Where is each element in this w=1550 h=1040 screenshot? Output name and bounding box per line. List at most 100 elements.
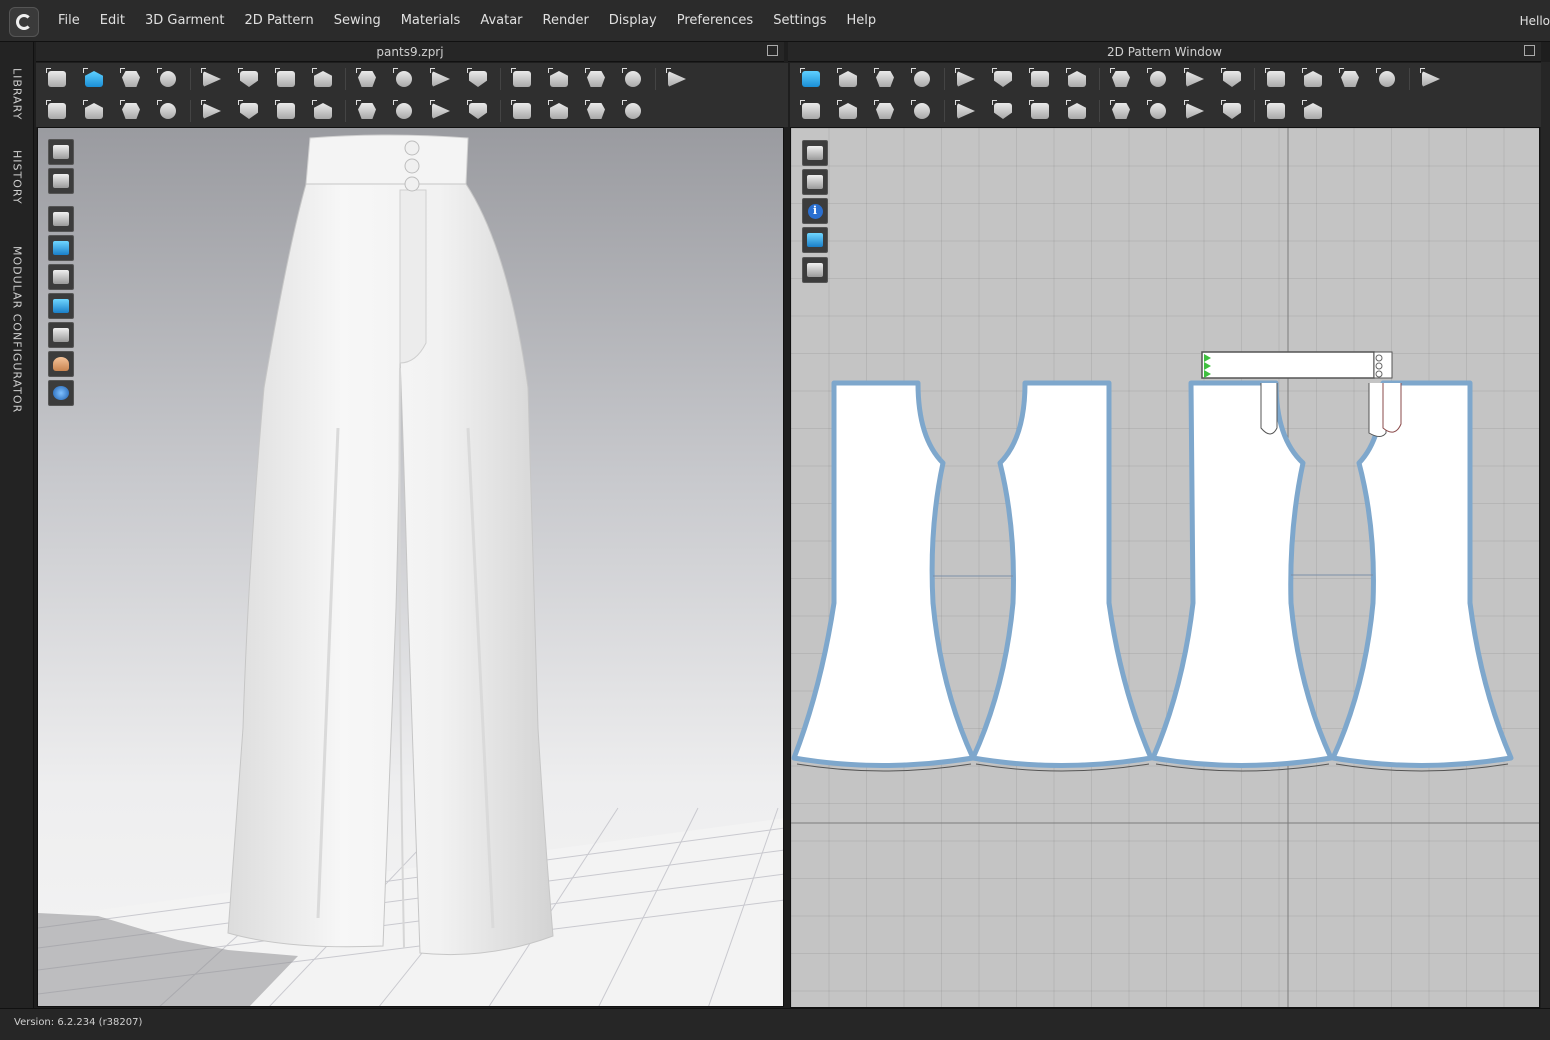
polygon-icon[interactable] xyxy=(870,65,900,93)
zipper-icon[interactable] xyxy=(271,65,301,93)
strap-icon[interactable] xyxy=(308,65,338,93)
fold-arrangement-icon[interactable] xyxy=(153,65,183,93)
menu-display[interactable]: Display xyxy=(599,0,667,42)
ruler-icon[interactable] xyxy=(1217,65,1247,93)
notch-icon[interactable] xyxy=(1372,65,1402,93)
grid-icon[interactable] xyxy=(1298,97,1328,125)
tab-modular-configurator[interactable]: MODULAR CONFIGURATOR xyxy=(0,246,34,413)
simulation-icon[interactable] xyxy=(42,65,72,93)
menu-help[interactable]: Help xyxy=(837,0,887,42)
grain-line-icon[interactable] xyxy=(1335,65,1365,93)
rectangle-icon[interactable] xyxy=(907,65,937,93)
menu-preferences[interactable]: Preferences xyxy=(667,0,763,42)
tuck-icon[interactable] xyxy=(197,97,227,125)
expand-icon[interactable] xyxy=(618,97,648,125)
menu-avatar[interactable]: Avatar xyxy=(470,0,532,42)
menu-render[interactable]: Render xyxy=(533,0,599,42)
lock-pattern-icon[interactable] xyxy=(802,257,828,283)
internal-polygon-icon[interactable] xyxy=(951,65,981,93)
baseline-icon[interactable] xyxy=(1106,97,1136,125)
show-garment-2d-icon[interactable] xyxy=(802,169,828,195)
internal-rectangle-icon[interactable] xyxy=(988,65,1018,93)
avatar-display-icon[interactable] xyxy=(48,351,74,377)
menu-file[interactable]: File xyxy=(48,0,90,42)
fold-icon[interactable] xyxy=(234,97,264,125)
topstitch-2d-icon[interactable] xyxy=(1143,97,1173,125)
expand-icon[interactable] xyxy=(662,65,692,93)
puckering-icon[interactable] xyxy=(389,65,419,93)
environment-icon[interactable] xyxy=(48,380,74,406)
menu-2d-pattern[interactable]: 2D Pattern xyxy=(235,0,324,42)
line-icon[interactable] xyxy=(352,65,382,93)
graphic-icon[interactable] xyxy=(544,97,574,125)
dart-icon[interactable] xyxy=(1025,65,1055,93)
fitting-suit-icon[interactable] xyxy=(581,65,611,93)
show-garment-icon[interactable] xyxy=(48,206,74,232)
edit-sewing-icon[interactable] xyxy=(870,97,900,125)
trim-icon[interactable] xyxy=(389,97,419,125)
annotation-icon[interactable] xyxy=(1298,65,1328,93)
show-avatar-icon[interactable] xyxy=(48,264,74,290)
clo-logo-icon[interactable] xyxy=(9,7,39,37)
pattern-outline-icon[interactable] xyxy=(426,65,456,93)
texture-icon[interactable] xyxy=(581,97,611,125)
show-pattern-icon[interactable] xyxy=(48,235,74,261)
trace-icon[interactable] xyxy=(1106,65,1136,93)
buttonhole-2d-icon[interactable] xyxy=(1062,97,1092,125)
topstitch-icon[interactable] xyxy=(352,97,382,125)
show-baseline-icon[interactable] xyxy=(802,140,828,166)
puckering-add-icon[interactable] xyxy=(507,97,537,125)
fabric-display-icon[interactable] xyxy=(48,139,74,165)
edit-pattern-icon[interactable] xyxy=(796,65,826,93)
select-move-icon[interactable] xyxy=(79,65,109,93)
edit-sewing-icon[interactable] xyxy=(79,97,109,125)
avatar-pose-icon[interactable] xyxy=(42,97,72,125)
undock-3d-icon[interactable] xyxy=(767,45,778,56)
free-sewing-icon[interactable] xyxy=(153,97,183,125)
menu-sewing[interactable]: Sewing xyxy=(324,0,391,42)
graphic-2d-icon[interactable] xyxy=(1261,97,1291,125)
viewport-2d[interactable]: i xyxy=(790,127,1540,1008)
tack-icon[interactable] xyxy=(197,65,227,93)
avatar-arrange-icon[interactable] xyxy=(507,65,537,93)
transform-pattern-icon[interactable] xyxy=(116,65,146,93)
check-sewing-icon[interactable] xyxy=(907,97,937,125)
arrangement-point-icon[interactable] xyxy=(544,65,574,93)
menu-materials[interactable]: Materials xyxy=(391,0,471,42)
texture-surface-icon[interactable] xyxy=(48,293,74,319)
buttonhole-icon[interactable] xyxy=(308,97,338,125)
segment-sewing-icon[interactable] xyxy=(796,97,826,125)
menu-3d-garment[interactable]: 3D Garment xyxy=(135,0,235,42)
grading-icon[interactable] xyxy=(1180,65,1210,93)
garment-2d-icon[interactable] xyxy=(988,97,1018,125)
text-icon[interactable] xyxy=(1261,65,1291,93)
button-icon[interactable] xyxy=(271,97,301,125)
menu-settings[interactable]: Settings xyxy=(763,0,836,42)
zigzag-stitch-icon[interactable] xyxy=(1217,97,1247,125)
pin-add-icon[interactable] xyxy=(426,97,456,125)
garment-display-icon[interactable] xyxy=(48,168,74,194)
edit-curve-icon[interactable] xyxy=(833,65,863,93)
measure-icon[interactable] xyxy=(618,65,648,93)
show-pattern-info-icon[interactable]: i xyxy=(802,198,828,224)
free-sewing-icon[interactable] xyxy=(833,97,863,125)
pin-icon[interactable] xyxy=(234,65,264,93)
pattern-settings-icon[interactable] xyxy=(1416,65,1446,93)
zipper-add-icon[interactable] xyxy=(463,97,493,125)
tab-library[interactable]: LIBRARY xyxy=(0,68,34,120)
pants-3d-model[interactable] xyxy=(38,128,784,1007)
symmetry-icon[interactable] xyxy=(1143,65,1173,93)
tab-history[interactable]: HISTORY xyxy=(0,150,34,205)
iron-icon[interactable] xyxy=(951,97,981,125)
show-texture-2d-icon[interactable] xyxy=(802,227,828,253)
user-greeting[interactable]: Hello xyxy=(1520,14,1550,28)
shaded-surface-icon[interactable] xyxy=(48,322,74,348)
seam-allowance-icon[interactable] xyxy=(1180,97,1210,125)
cut-sew-icon[interactable] xyxy=(1062,65,1092,93)
garment-icon[interactable] xyxy=(463,65,493,93)
undock-2d-icon[interactable] xyxy=(1524,45,1535,56)
viewport-3d[interactable] xyxy=(37,127,784,1007)
menu-edit[interactable]: Edit xyxy=(90,0,135,42)
segment-sewing-icon[interactable] xyxy=(116,97,146,125)
button-2d-icon[interactable] xyxy=(1025,97,1055,125)
